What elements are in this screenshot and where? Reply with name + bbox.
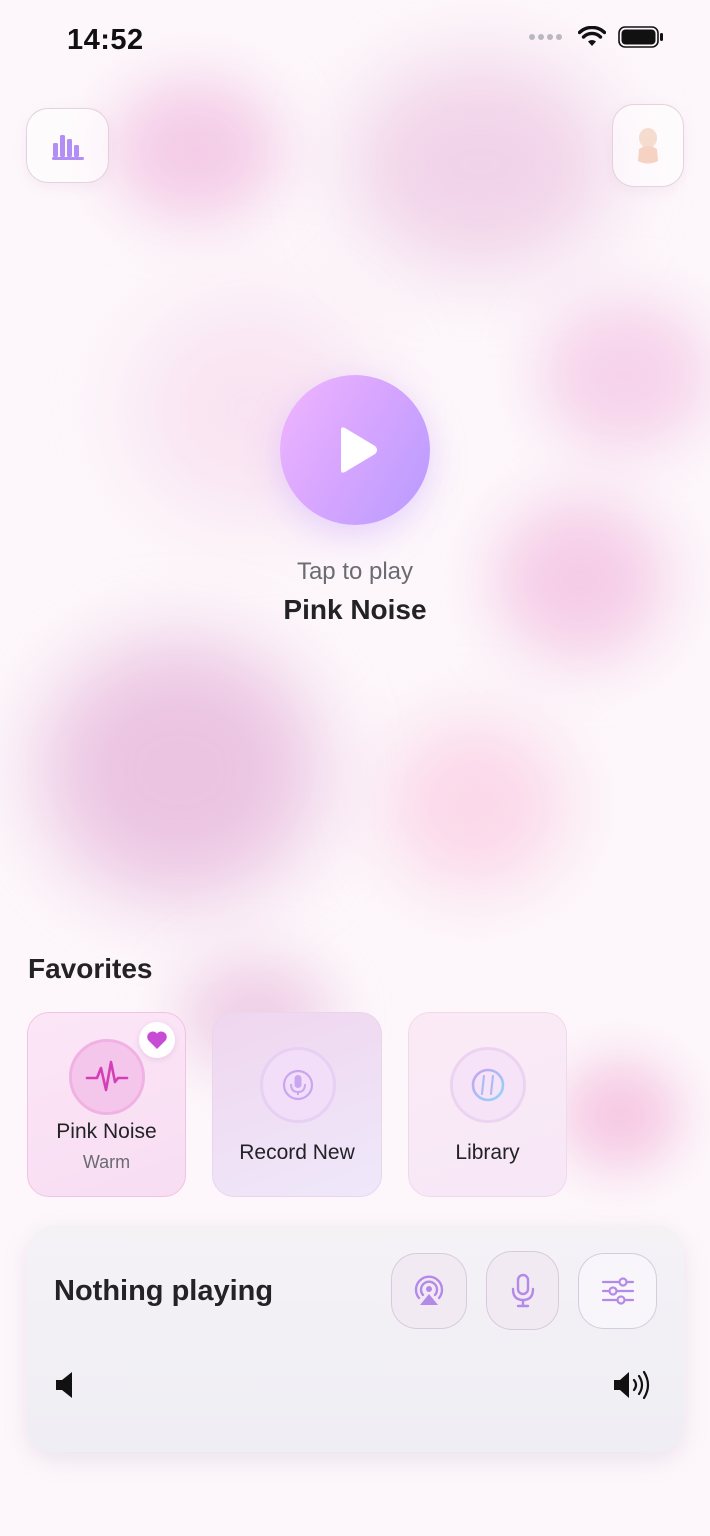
profile-button[interactable] [612, 104, 684, 187]
microphone-icon [511, 1273, 534, 1307]
signal-icon [529, 34, 562, 40]
waveform-icon [85, 1060, 129, 1092]
card-icon-circle [69, 1039, 145, 1115]
microphone-button[interactable] [486, 1251, 559, 1330]
volume-max-button[interactable] [612, 1369, 654, 1406]
airplay-icon [414, 1275, 444, 1305]
sliders-icon [601, 1277, 634, 1305]
now-playing-panel: Nothing playing [27, 1225, 684, 1452]
tap-to-play-hint: Tap to play [296, 558, 414, 585]
background-blob [560, 1060, 680, 1170]
status-time: 14:52 [67, 24, 144, 56]
card-subtitle: Warm [82, 1152, 131, 1172]
profile-icon [638, 127, 658, 163]
favorite-card-pink-noise[interactable]: Pink Noise Warm [27, 1012, 186, 1197]
settings-sliders-button[interactable] [578, 1253, 657, 1329]
favorite-card-library[interactable]: Library [408, 1012, 567, 1197]
speaker-high-icon [614, 1370, 650, 1400]
favorite-badge [139, 1022, 175, 1058]
battery-icon [618, 26, 663, 48]
microphone-icon [282, 1069, 314, 1101]
background-blob [110, 80, 280, 220]
hashtag-icon [471, 1068, 505, 1102]
airplay-button[interactable] [391, 1253, 467, 1329]
background-blob [350, 60, 610, 270]
wifi-icon [578, 26, 606, 46]
track-title: Pink Noise [283, 594, 427, 625]
background-blob [40, 640, 320, 900]
stats-button[interactable] [26, 108, 109, 183]
background-blob [540, 300, 710, 450]
heart-icon [147, 1031, 167, 1049]
status-icons [529, 26, 664, 48]
card-icon-circle [450, 1047, 526, 1123]
now-playing-status: Nothing playing [54, 1275, 274, 1307]
play-button[interactable] [280, 375, 430, 525]
background-blob [385, 720, 565, 890]
card-label: Record New [239, 1141, 355, 1164]
bar-chart-icon [51, 134, 84, 160]
card-label: Library [455, 1141, 520, 1164]
speaker-low-icon [56, 1372, 72, 1398]
card-icon-circle [260, 1047, 336, 1123]
favorite-card-record-new[interactable]: Record New [212, 1012, 382, 1197]
play-icon [341, 427, 377, 473]
status-bar: 14:52 [0, 0, 710, 80]
card-label: Pink Noise [56, 1120, 157, 1143]
favorites-heading: Favorites [28, 953, 153, 984]
volume-min-button[interactable] [54, 1370, 76, 1405]
